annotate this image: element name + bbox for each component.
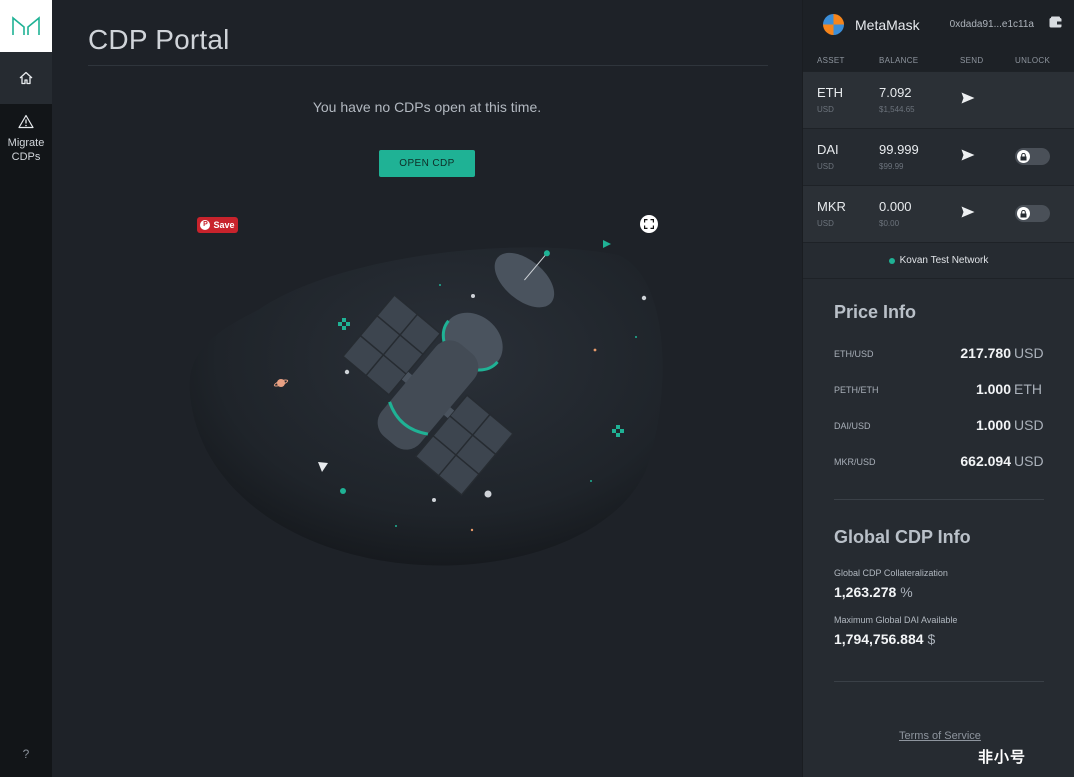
price-row: PETH/ETH 1.000 ETH [834,379,1044,399]
send-icon[interactable] [961,149,975,161]
unlock-toggle-dai[interactable] [1015,148,1050,165]
price-value: 1.000 [975,417,1011,433]
lock-icon [1017,207,1030,220]
send-icon[interactable] [961,206,975,218]
network-indicator: Kovan Test Network [803,242,1074,279]
asset-sub: USD [817,162,834,171]
maker-logo-icon [12,16,40,35]
max-dai-label: Maximum Global DAI Available [834,615,958,625]
price-value: 217.780 [960,345,1011,361]
global-cdp-info-title: Global CDP Info [834,527,971,547]
asset-row-mkr: MKR USD 0.000 $0.00 [803,185,1074,242]
watermark: 非小号 [978,749,1027,766]
asset-symbol: MKR [817,199,846,214]
empty-state-message: You have no CDPs open at this time. [312,99,542,115]
price-pair: DAI/USD [834,421,871,431]
unlock-toggle-mkr[interactable] [1015,205,1050,222]
col-balance: BALANCE [879,55,919,65]
warning-icon [18,114,34,129]
wallet-icon[interactable] [1049,16,1062,28]
wallet-side-panel: MetaMask 0xdada91...e1c11a ASSET BALANCE… [802,0,1074,777]
price-pair: ETH/USD [834,349,874,359]
help-icon: ? [22,747,30,761]
asset-symbol: ETH [817,85,843,100]
collateralization-value-row: 1,263.278% [834,584,913,600]
max-dai-value-row: 1,794,756.884 $ [834,631,935,647]
col-send: SEND [960,55,984,65]
open-cdp-button[interactable]: OPEN CDP [379,150,475,177]
asset-row-dai: DAI USD 99.999 $99.99 [803,128,1074,185]
price-unit: USD [1014,453,1044,469]
price-row: MKR/USD 662.094 USD [834,451,1044,471]
title-divider [88,65,768,66]
nav-migrate-label-line1: Migrate [7,137,45,149]
nav-migrate-cdps[interactable]: Migrate CDPs [0,104,52,164]
send-icon[interactable] [961,92,975,104]
asset-balance: 7.092 [879,85,912,100]
asset-symbol: DAI [817,142,839,157]
satellite-illustration [189,240,663,566]
metamask-header: MetaMask 0xdada91...e1c11a [803,0,1074,49]
fullscreen-icon [644,219,654,229]
collateralization-unit: % [900,584,913,600]
lock-icon [1017,150,1030,163]
left-nav-rail: Migrate CDPs ? [0,0,52,777]
asset-sub: USD [817,105,834,114]
asset-usd-value: $99.99 [879,162,904,171]
home-icon [19,71,33,85]
collateralization-value: 1,263.278 [834,584,897,600]
price-value: 1.000 [975,381,1011,397]
price-value: 662.094 [960,453,1011,469]
col-unlock: UNLOCK [1015,55,1051,65]
asset-balance: 99.999 [879,142,919,157]
asset-usd-value: $1,544.65 [879,105,915,114]
max-dai-unit: $ [927,631,936,647]
col-asset: ASSET [817,55,845,65]
network-status-dot [888,257,895,264]
price-info-title: Price Info [834,302,917,322]
nav-home[interactable] [0,52,52,104]
asset-row-eth: ETH USD 7.092 $1,544.65 [803,71,1074,128]
asset-table-header: ASSET BALANCE SEND UNLOCK [803,49,1074,71]
section-divider [834,681,1044,682]
price-pair: PETH/ETH [834,385,879,395]
help-button[interactable]: ? [0,747,52,761]
section-divider [834,499,1044,500]
max-dai-value: 1,794,756.884 [834,631,924,647]
terms-of-service-link[interactable]: Terms of Service [899,730,981,742]
page-title: CDP Portal [88,24,230,55]
metamask-fox-icon [823,14,844,35]
price-row: ETH/USD 217.780 USD [834,343,1044,363]
price-pair: MKR/USD [834,457,876,467]
price-unit: USD [1014,345,1044,361]
asset-balance: 0.000 [879,199,912,214]
nav-migrate-label-line2: CDPs [11,151,41,163]
asset-usd-value: $0.00 [879,219,900,228]
collateralization-label: Global CDP Collateralization [834,568,948,578]
wallet-address[interactable]: 0xdada91...e1c11a [950,19,1034,30]
maker-logo[interactable] [0,0,52,52]
price-row: DAI/USD 1.000 USD [834,415,1044,435]
price-unit: USD [1014,417,1044,433]
network-name: Kovan Test Network [899,255,989,266]
asset-sub: USD [817,219,834,228]
price-unit: ETH [1014,381,1042,397]
wallet-provider-name: MetaMask [855,16,920,33]
main-content: CDP Portal You have no CDPs open at this… [52,0,802,777]
expand-button[interactable] [640,215,658,233]
